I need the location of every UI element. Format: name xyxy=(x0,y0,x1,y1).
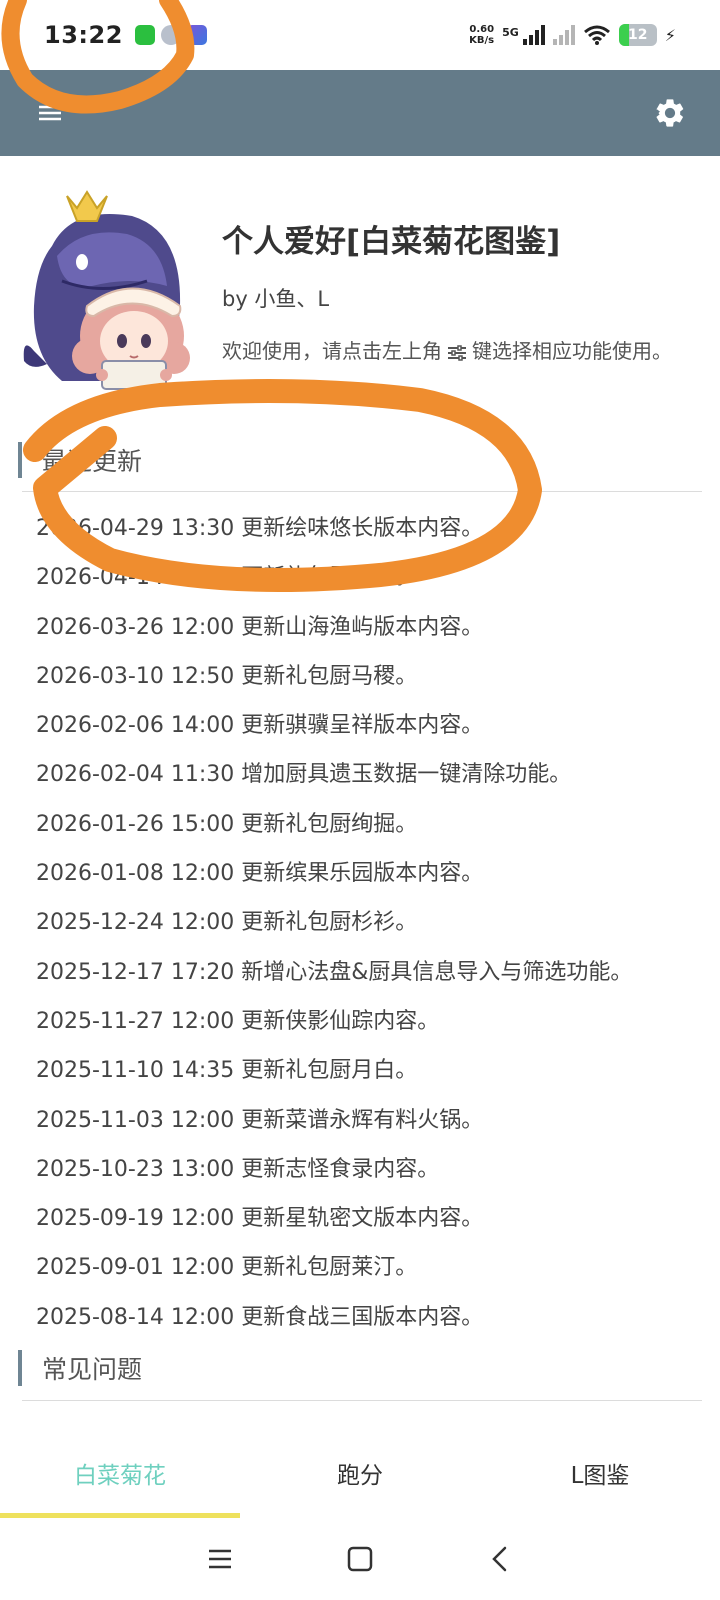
game-app-icon xyxy=(186,25,207,45)
welcome-text: 欢迎使用，请点击左上角 键选择相应功能使用。 xyxy=(222,336,692,367)
update-item: 2025-11-27 12:00 更新侠影仙踪内容。 xyxy=(36,1008,440,1034)
section-divider xyxy=(22,491,702,492)
app-title: 个人爱好[白菜菊花图鉴] xyxy=(222,224,561,260)
home-icon[interactable] xyxy=(335,1534,385,1584)
update-item: 2026-03-26 12:00 更新山海渔屿版本内容。 xyxy=(36,614,484,640)
update-item: 2026-04-29 13:30 更新绘味悠长版本内容。 xyxy=(36,516,484,541)
welcome-text-start: 欢迎使用，请点击左上角 xyxy=(222,339,442,363)
signal-off-icon xyxy=(552,25,575,45)
update-item: 2026-01-08 12:00 更新缤果乐园版本内容。 xyxy=(36,861,484,887)
recent-updates-list: 2026-04-29 13:30 更新绘味悠长版本内容。 2026-04-14 1… xyxy=(36,504,706,1342)
filter-sliders-icon xyxy=(448,344,466,361)
bottom-tab-bar: 白菜菊花 跑分 L图鉴 xyxy=(0,1428,720,1518)
status-time: 13:22 xyxy=(44,21,123,49)
notification-icons xyxy=(134,25,207,45)
update-item: 2025-12-24 12:00 更新礼包厨杉衫。 xyxy=(36,910,418,936)
section-divider xyxy=(22,1400,702,1401)
app-author: by 小鱼、L xyxy=(222,287,330,311)
network-speed-unit: KB/s xyxy=(469,35,495,46)
tab-benchmark[interactable]: 跑分 xyxy=(240,1428,480,1518)
network-type: 5G xyxy=(502,26,519,39)
recent-apps-icon[interactable] xyxy=(195,1534,245,1584)
app-screen: 13:22 0.60 KB/s 5G 12 ⚡ 个人爱好[白菜菊花图鉴] by … xyxy=(0,0,720,1600)
network-speed: 0.60 KB/s xyxy=(469,24,494,46)
signal-icon xyxy=(522,25,545,45)
update-item: 2026-04-14 10:30 更新礼包厨法彩。 xyxy=(36,565,418,591)
update-item: 2025-08-14 12:00 更新食战三国版本内容。 xyxy=(36,1304,484,1330)
system-navigation-bar xyxy=(0,1518,720,1600)
sync-app-icon xyxy=(160,25,181,45)
battery-level: 12 xyxy=(628,27,648,43)
charging-bolt-icon: ⚡ xyxy=(664,25,676,45)
update-item: 2025-11-03 12:00 更新菜谱永辉有料火锅。 xyxy=(36,1107,484,1133)
update-item: 2026-03-10 12:50 更新礼包厨马稷。 xyxy=(36,663,418,689)
tab-baicai-juhua[interactable]: 白菜菊花 xyxy=(0,1428,240,1518)
tab-l-guide[interactable]: L图鉴 xyxy=(480,1428,720,1518)
update-item: 2025-11-10 14:35 更新礼包厨月白。 xyxy=(36,1058,418,1084)
update-item: 2026-02-04 11:30 增加厨具遗玉数据一键清除功能。 xyxy=(36,762,572,788)
recent-updates-title: 最近更新 xyxy=(18,442,142,478)
wifi-icon xyxy=(583,25,610,45)
app-bar xyxy=(0,70,720,156)
update-item: 2025-12-17 17:20 新增心法盘&厨具信息导入与筛选功能。 xyxy=(36,959,633,985)
welcome-text-end: 键选择相应功能使用。 xyxy=(472,339,672,363)
app-header: 个人爱好[白菜菊花图鉴] by 小鱼、L 欢迎使用，请点击左上角 键选择相应功能… xyxy=(0,156,720,396)
back-icon[interactable] xyxy=(475,1534,525,1584)
system-status-icons: 0.60 KB/s 5G 12 ⚡ xyxy=(469,24,676,46)
faq-title[interactable]: 常见问题 xyxy=(18,1350,142,1386)
update-item: 2025-09-01 12:00 更新礼包厨莱汀。 xyxy=(36,1255,418,1281)
update-item: 2025-09-19 12:00 更新星轨密文版本内容。 xyxy=(36,1206,484,1232)
network-speed-value: 0.60 xyxy=(469,24,495,35)
charging-app-icon xyxy=(134,25,155,45)
gear-icon[interactable] xyxy=(648,91,692,135)
battery-icon: 12 xyxy=(618,24,657,46)
update-item: 2026-02-06 14:00 更新骐骥呈祥版本内容。 xyxy=(36,713,484,739)
update-item: 2026-01-26 15:00 更新礼包厨绚掘。 xyxy=(36,811,418,837)
update-item: 2025-10-23 13:00 更新志怪食录内容。 xyxy=(36,1156,440,1182)
status-bar: 13:22 0.60 KB/s 5G 12 ⚡ xyxy=(0,0,720,70)
menu-icon[interactable] xyxy=(28,91,72,135)
mascot-avatar xyxy=(22,186,190,391)
